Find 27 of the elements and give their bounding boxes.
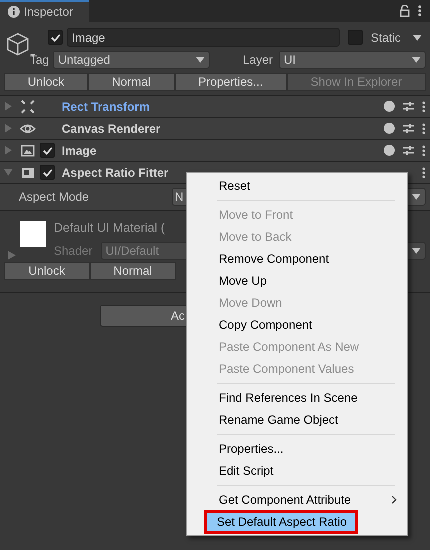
toolbar-button[interactable]: Unlock: [4, 262, 90, 280]
component-title[interactable]: Rect Transform: [62, 98, 150, 116]
aspect-mode-label: Aspect Mode: [19, 189, 90, 206]
menu-item[interactable]: Remove Component: [189, 248, 405, 270]
menu-item[interactable]: Rename Game Object: [189, 409, 405, 431]
component-title[interactable]: Canvas Renderer: [62, 120, 161, 138]
shader-label: Shader: [54, 242, 93, 260]
menu-item[interactable]: Move Up: [189, 270, 405, 292]
layer-dropdown[interactable]: UI: [279, 51, 426, 69]
component-title[interactable]: Image: [62, 142, 97, 160]
static-label: Static: [370, 30, 401, 46]
menu-item[interactable]: Reset: [189, 175, 405, 197]
name-field[interactable]: Image: [67, 28, 340, 47]
tag-label: Tag: [30, 52, 50, 69]
toolbar-button[interactable]: Properties...: [174, 73, 287, 91]
toolbar-button[interactable]: Normal: [88, 73, 175, 91]
menu-item[interactable]: Get Component Attribute: [189, 489, 405, 511]
material-name: Default UI Material (: [54, 220, 166, 237]
menu-item[interactable]: Find References In Scene: [189, 387, 405, 409]
tag-dropdown[interactable]: Untagged: [53, 51, 210, 69]
layer-label: Layer: [242, 52, 273, 69]
menu-item[interactable]: Set Default Aspect Ratio: [205, 511, 357, 533]
toolbar-button[interactable]: Unlock: [4, 73, 88, 91]
inspector-tab[interactable]: Inspector: [0, 0, 90, 22]
menu-item[interactable]: Properties...: [189, 438, 405, 460]
menu-item[interactable]: Edit Script: [189, 460, 405, 482]
toolbar-button[interactable]: Normal: [90, 262, 176, 280]
